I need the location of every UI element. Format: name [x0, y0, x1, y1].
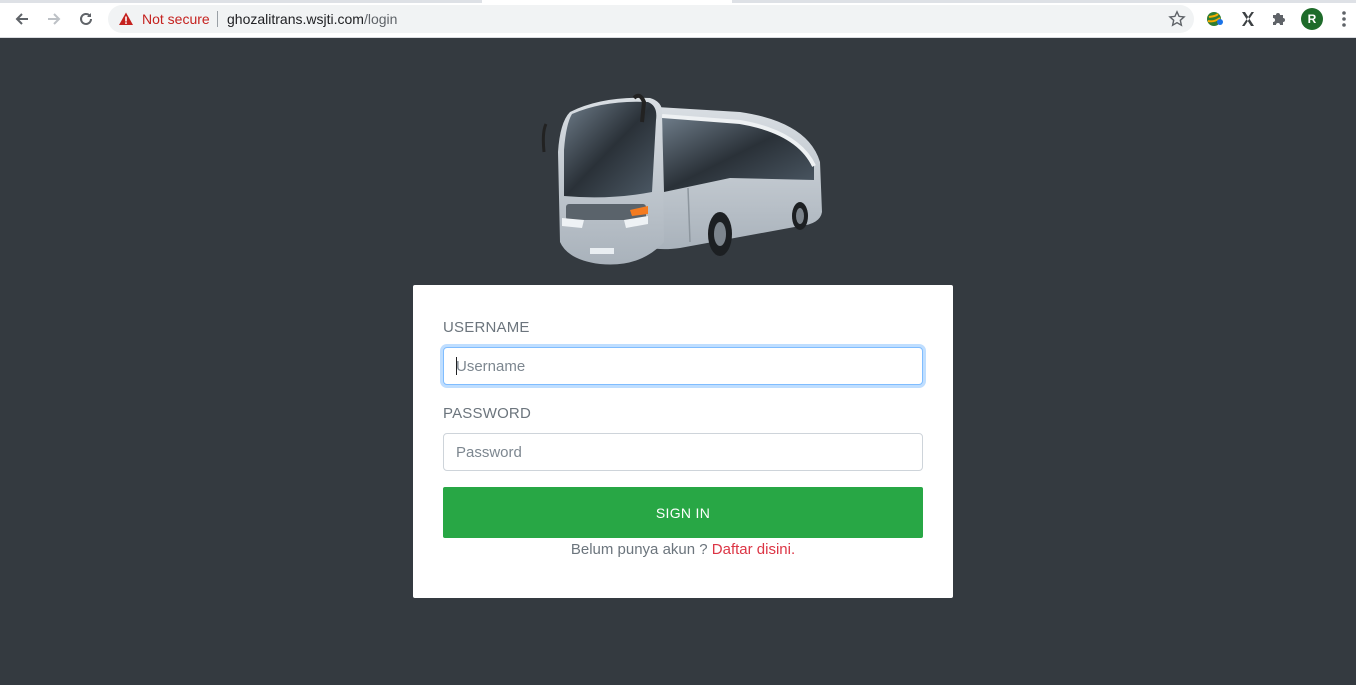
- globe-extension-icon[interactable]: [1205, 9, 1225, 29]
- back-arrow-icon[interactable]: [11, 8, 33, 30]
- signup-prompt-text: Belum punya akun ?: [570, 541, 708, 558]
- password-input[interactable]: [443, 433, 923, 471]
- kebab-menu-icon[interactable]: [1336, 10, 1352, 28]
- bus-image: [541, 93, 822, 265]
- login-card: USERNAME PASSWORD SIGN IN Belum punya ak…: [413, 285, 953, 598]
- signup-link[interactable]: Daftar disini.: [712, 541, 795, 558]
- url-path: /login: [363, 11, 398, 27]
- url-text[interactable]: ghozalitrans.wsjti.com/login: [227, 11, 397, 27]
- sign-in-button[interactable]: SIGN IN: [443, 487, 923, 538]
- signup-prompt: Belum punya akun ? Daftar disini.: [413, 541, 953, 558]
- tab-strip: [0, 0, 1356, 3]
- profile-avatar[interactable]: R: [1301, 8, 1323, 30]
- x-extension-icon[interactable]: [1238, 9, 1258, 29]
- reload-icon[interactable]: [75, 8, 97, 30]
- active-tab-indicator: [482, 0, 732, 3]
- username-input[interactable]: [443, 347, 923, 385]
- omnibox-separator: [217, 11, 218, 27]
- username-label: USERNAME: [443, 319, 530, 336]
- security-status[interactable]: Not secure: [142, 11, 210, 27]
- puzzle-icon[interactable]: [1269, 9, 1289, 29]
- address-bar[interactable]: Not secure ghozalitrans.wsjti.com/login: [108, 5, 1194, 33]
- browser-toolbar: Not secure ghozalitrans.wsjti.com/login …: [0, 0, 1356, 38]
- star-icon[interactable]: [1168, 10, 1186, 28]
- text-cursor: [456, 357, 457, 375]
- forward-arrow-icon[interactable]: [43, 8, 65, 30]
- password-label: PASSWORD: [443, 405, 531, 422]
- url-host: ghozalitrans.wsjti.com: [227, 11, 364, 27]
- warning-icon[interactable]: [118, 11, 134, 27]
